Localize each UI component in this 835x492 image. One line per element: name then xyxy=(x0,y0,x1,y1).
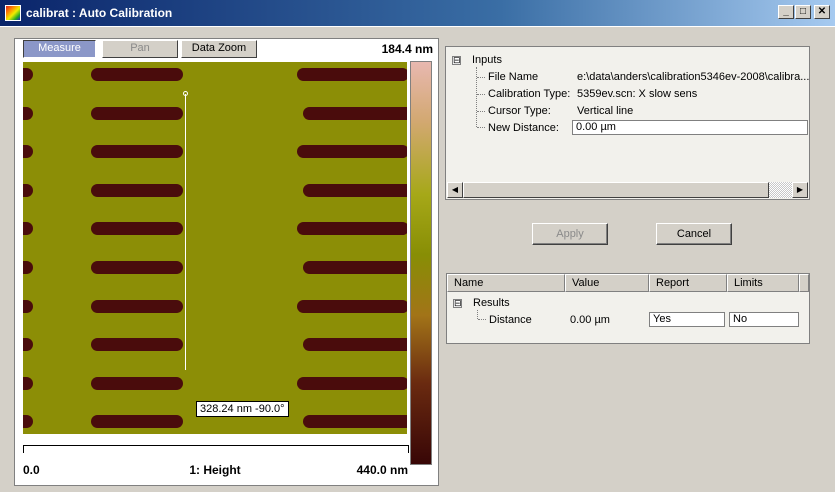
grating-stripe xyxy=(23,376,33,390)
scroll-thumb[interactable] xyxy=(463,182,769,198)
measure-button[interactable]: Measure xyxy=(23,40,96,58)
grating-stripe xyxy=(23,261,33,274)
new-distance-field[interactable]: 0.00 µm xyxy=(572,120,808,135)
grating-stripe xyxy=(23,145,33,159)
grating-stripe xyxy=(297,222,407,236)
grating-stripe xyxy=(91,261,183,274)
vertical-cursor-line[interactable] xyxy=(185,94,186,370)
scale-max-label: 184.4 nm xyxy=(381,42,433,56)
tree-connector xyxy=(478,319,486,320)
data-zoom-button[interactable]: Data Zoom xyxy=(181,40,257,58)
cursor-type-label: Cursor Type: xyxy=(488,105,551,117)
grating-stripe xyxy=(303,261,407,274)
file-name-value[interactable]: e:\data\anders\calibration5346ev-2008\ca… xyxy=(577,69,809,85)
inputs-tree: ⊟ Inputs File Name e:\data\anders\calibr… xyxy=(445,46,810,200)
file-name-label: File Name xyxy=(488,71,539,83)
grating-stripe xyxy=(91,338,183,352)
tree-connector xyxy=(477,77,485,78)
column-header-filler xyxy=(799,274,809,292)
inputs-collapse-icon[interactable]: ⊟ xyxy=(452,56,461,65)
grating-stripe xyxy=(303,338,407,352)
grating-stripe xyxy=(303,106,407,120)
grating-stripe xyxy=(91,376,183,390)
channel-label: 1: Height xyxy=(189,463,241,477)
column-header-limits[interactable]: Limits xyxy=(727,274,799,292)
window-client: Measure Pan Data Zoom 184.4 nm 328.24 nm… xyxy=(0,26,835,492)
tree-connector xyxy=(476,67,477,127)
results-collapse-icon[interactable]: ⊟ xyxy=(453,299,462,308)
results-table: Name Value Report Limits ⊟ Results Dista… xyxy=(446,273,810,344)
scroll-track[interactable] xyxy=(769,182,792,198)
close-button[interactable]: ✕ xyxy=(814,5,830,19)
calibration-type-value[interactable]: 5359ev.scn: X slow sens xyxy=(577,86,697,102)
grating-stripe xyxy=(23,106,33,120)
grating-stripe xyxy=(23,222,33,236)
tree-connector xyxy=(477,127,485,128)
table-row-value: 0.00 µm xyxy=(570,314,610,326)
new-distance-label: New Distance: xyxy=(488,122,559,134)
table-row-name: Distance xyxy=(489,314,532,326)
grating-stripe xyxy=(91,145,183,159)
apply-button[interactable]: Apply xyxy=(532,223,608,245)
inputs-header: Inputs xyxy=(472,54,502,66)
grating-stripe xyxy=(23,415,33,429)
x-axis-end-label: 440.0 nm xyxy=(356,463,408,477)
grating-stripe xyxy=(297,376,407,390)
grating-stripe xyxy=(23,338,33,352)
calibration-type-label: Calibration Type: xyxy=(488,88,571,100)
grating-stripe xyxy=(303,183,407,197)
height-image[interactable] xyxy=(23,62,407,434)
color-scale-bar xyxy=(410,61,432,465)
minimize-button[interactable]: _ xyxy=(778,5,794,19)
grating-stripe xyxy=(91,222,183,236)
pan-button[interactable]: Pan xyxy=(102,40,178,58)
report-select[interactable]: Yes xyxy=(649,312,725,327)
tree-connector xyxy=(477,310,478,319)
grating-stripe xyxy=(297,299,407,313)
cursor-type-value[interactable]: Vertical line xyxy=(577,103,633,119)
grating-stripe xyxy=(91,68,183,81)
grating-stripe xyxy=(23,299,33,313)
app-icon xyxy=(5,5,21,21)
image-view: Measure Pan Data Zoom 184.4 nm 328.24 nm… xyxy=(14,38,439,486)
x-axis xyxy=(23,445,409,453)
window-title: calibrat : Auto Calibration xyxy=(26,6,173,20)
tree-connector xyxy=(477,94,485,95)
cursor-handle[interactable] xyxy=(183,91,188,96)
grating-stripe xyxy=(91,299,183,313)
title-bar: calibrat : Auto Calibration _ □ ✕ xyxy=(0,0,835,26)
maximize-button[interactable]: □ xyxy=(795,5,811,19)
limits-select[interactable]: No xyxy=(729,312,799,327)
scroll-left-arrow-icon[interactable]: ◀ xyxy=(447,182,463,198)
results-header: Results xyxy=(473,297,510,309)
grating-stripe xyxy=(297,68,407,81)
cursor-readout: 328.24 nm -90.0° xyxy=(196,401,289,417)
grating-stripe xyxy=(91,183,183,197)
grating-stripe xyxy=(303,415,407,429)
grating-stripe xyxy=(91,106,183,120)
column-header-name[interactable]: Name xyxy=(447,274,565,292)
x-axis-start-label: 0.0 xyxy=(23,463,40,477)
cancel-button[interactable]: Cancel xyxy=(656,223,732,245)
column-header-value[interactable]: Value xyxy=(565,274,649,292)
scroll-right-arrow-icon[interactable]: ▶ xyxy=(792,182,808,198)
grating-stripe xyxy=(91,415,183,429)
grating-stripe xyxy=(23,68,33,81)
column-header-report[interactable]: Report xyxy=(649,274,727,292)
horizontal-scrollbar[interactable]: ◀ ▶ xyxy=(447,182,808,198)
grating-stripe xyxy=(297,145,407,159)
grating-stripe xyxy=(23,183,33,197)
tree-connector xyxy=(477,111,485,112)
